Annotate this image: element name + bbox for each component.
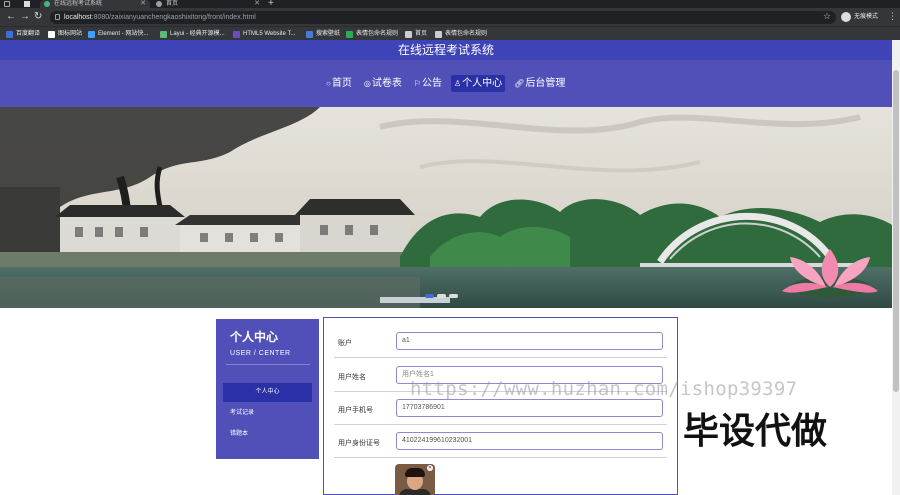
forward-arrow-icon[interactable]: → bbox=[20, 11, 30, 23]
address-bar[interactable]: localhost:8080/zaixianyuanchengkaoshixit… bbox=[50, 11, 836, 24]
bookmark-star-icon[interactable]: ☆ bbox=[823, 11, 831, 22]
nav-announcements[interactable]: ⚐ 公告 bbox=[411, 75, 445, 92]
bookmark-favicon-icon bbox=[88, 31, 95, 38]
bookmark-item[interactable]: 首页 bbox=[405, 27, 427, 41]
sidebar-divider bbox=[226, 364, 310, 365]
site-title-bar: 在线远程考试系统 bbox=[0, 40, 900, 60]
form-row-id-card: 用户身份证号 410224199610232001 bbox=[334, 432, 667, 458]
paper-icon: ◎ bbox=[363, 79, 371, 88]
bookmark-item[interactable]: Element - 网站快... bbox=[88, 27, 148, 41]
carousel-dot[interactable] bbox=[437, 294, 446, 298]
carousel-dot[interactable] bbox=[449, 294, 458, 298]
sidebar-item-exam-records[interactable]: 考试记录 bbox=[223, 404, 312, 423]
carousel-indicators bbox=[425, 294, 458, 298]
incognito-avatar-icon[interactable] bbox=[841, 12, 851, 22]
landscape-banner-image bbox=[0, 107, 892, 308]
remove-avatar-icon[interactable]: ✕ bbox=[427, 465, 433, 471]
id-card-input[interactable]: 410224199610232001 bbox=[396, 432, 663, 450]
bookmark-favicon-icon bbox=[405, 31, 412, 38]
nav-exam-papers[interactable]: ◎ 试卷表 bbox=[361, 75, 405, 92]
bookmark-item[interactable]: 表情包命名规则 bbox=[435, 27, 487, 41]
personal-center-sidebar: 个人中心 USER / CENTER 个人中心 考试记录 错题本 bbox=[216, 319, 319, 459]
vue-logo-icon bbox=[44, 1, 50, 7]
watermark-url: https://www.huzhan.com/ishop39397 bbox=[410, 378, 798, 400]
bookmark-favicon-icon bbox=[6, 31, 13, 38]
bookmark-item[interactable]: 图标网站 bbox=[48, 27, 82, 41]
avatar-upload[interactable]: ✕ bbox=[395, 464, 435, 495]
bookmark-item[interactable]: Layui - 经典开源模... bbox=[160, 27, 225, 41]
bookmark-favicon-icon bbox=[435, 31, 442, 38]
tab-search-icon[interactable] bbox=[24, 1, 30, 7]
field-label: 用户手机号 bbox=[338, 407, 373, 414]
form-row-account: 账户 a1 bbox=[334, 332, 667, 358]
user-icon: ♙ bbox=[454, 79, 462, 88]
sidebar-item-wrong-questions[interactable]: 错题本 bbox=[223, 425, 312, 444]
back-arrow-icon[interactable]: ← bbox=[6, 11, 16, 23]
sidebar-title: 个人中心 bbox=[230, 330, 279, 344]
home-icon: ○ bbox=[326, 79, 331, 88]
info-icon bbox=[55, 14, 60, 20]
field-label: 用户姓名 bbox=[338, 374, 366, 381]
browser-tab-strip: 在线远程考试系统 ✕ 首页 ✕ + bbox=[0, 0, 900, 9]
main-navbar: ○ 首页 ◎ 试卷表 ⚐ 公告 ♙ 个人中心 🔗︎ 后台管理 bbox=[0, 60, 892, 107]
profile-label[interactable]: 无痕模式 bbox=[854, 12, 878, 22]
nav-admin[interactable]: 🔗︎ 后台管理 bbox=[511, 75, 568, 92]
browser-toolbar: ← → ↻ localhost:8080/zaixianyuanchengkao… bbox=[0, 8, 900, 26]
bookmark-favicon-icon bbox=[306, 31, 313, 38]
flag-icon: ⚐ bbox=[413, 79, 421, 88]
bookmark-item[interactable]: 百度翻译 bbox=[6, 27, 40, 41]
account-input[interactable]: a1 bbox=[396, 332, 663, 350]
profile-form: 账户 a1 用户姓名 用户姓名1 用户手机号 17703786901 用户身份证… bbox=[323, 317, 678, 495]
scrollbar-thumb[interactable] bbox=[893, 70, 899, 392]
watermark-text: 毕设代做 bbox=[683, 411, 828, 452]
tab-close-icon[interactable]: ✕ bbox=[140, 0, 146, 8]
site-title: 在线远程考试系统 bbox=[397, 43, 494, 57]
reload-icon[interactable]: ↻ bbox=[34, 11, 42, 23]
field-label: 账户 bbox=[338, 340, 352, 347]
sidebar-item-personal-center[interactable]: 个人中心 bbox=[223, 383, 312, 402]
carousel-dot[interactable] bbox=[425, 294, 434, 298]
sidebar-subtitle: USER / CENTER bbox=[230, 350, 291, 357]
link-icon: 🔗︎ bbox=[514, 79, 525, 88]
field-label: 用户身份证号 bbox=[338, 440, 380, 447]
window-icon bbox=[4, 1, 10, 7]
bookmark-item[interactable]: 搜索壁纸 bbox=[306, 27, 340, 41]
bookmark-item[interactable]: 表情包命名规则 bbox=[346, 27, 398, 41]
globe-icon bbox=[156, 1, 162, 7]
bookmark-favicon-icon bbox=[346, 31, 353, 38]
browser-tab-home[interactable]: 首页 ✕ bbox=[152, 0, 264, 8]
form-row-phone: 用户手机号 17703786901 bbox=[334, 399, 667, 425]
tab-close-icon[interactable]: ✕ bbox=[254, 0, 260, 8]
browser-menu-icon[interactable]: ⋮ bbox=[888, 11, 897, 22]
bookmark-favicon-icon bbox=[160, 31, 167, 38]
phone-input[interactable]: 17703786901 bbox=[396, 399, 663, 417]
bookmark-favicon-icon bbox=[48, 31, 55, 38]
page-scrollbar[interactable] bbox=[892, 40, 900, 495]
nav-personal-center[interactable]: ♙ 个人中心 bbox=[451, 75, 506, 92]
bookmark-item[interactable]: HTML5 Website T... bbox=[233, 27, 295, 41]
nav-home[interactable]: ○ 首页 bbox=[323, 75, 355, 92]
browser-tab-exam[interactable]: 在线远程考试系统 ✕ bbox=[40, 0, 150, 8]
bookmarks-bar: 百度翻译 图标网站 Element - 网站快... Layui - 经典开源模… bbox=[0, 26, 900, 40]
carousel-banner[interactable] bbox=[0, 107, 892, 308]
bookmark-favicon-icon bbox=[233, 31, 240, 38]
